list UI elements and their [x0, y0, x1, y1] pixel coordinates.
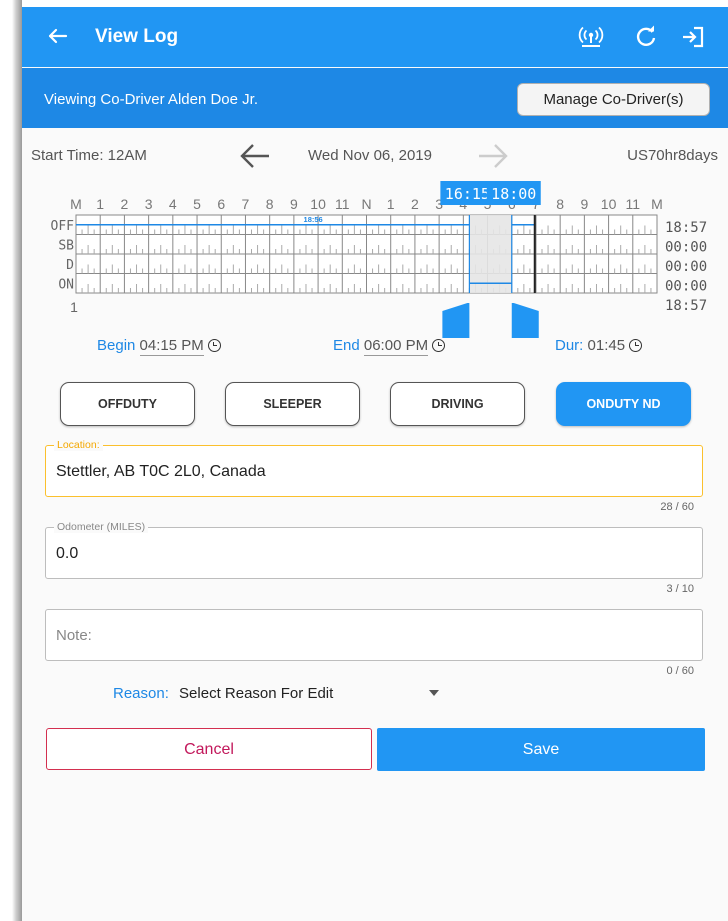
duration[interactable]: Dur: 01:45 — [555, 337, 643, 354]
reason-value: Select Reason For Edit — [179, 685, 334, 702]
marker-time-label: 18:56 — [304, 215, 323, 224]
onduty-not-driving-button[interactable]: ONDUTY ND — [556, 382, 691, 426]
end-time[interactable]: End 06:00 PM — [333, 337, 446, 356]
hour-label: 5 — [193, 196, 201, 212]
odometer-field[interactable]: Odometer (MILES) 0.0 — [45, 521, 703, 579]
cancel-button[interactable]: Cancel — [46, 728, 372, 770]
co-driver-bar: Viewing Co-Driver Alden Doe Jr. Manage C… — [22, 68, 728, 128]
status-label: ON — [58, 277, 74, 292]
driving-button[interactable]: DRIVING — [390, 382, 525, 426]
hour-label: 8 — [266, 196, 274, 212]
begin-label: Begin — [97, 337, 136, 354]
hour-label: 1 — [96, 196, 104, 212]
hour-label: 1 — [387, 196, 395, 212]
hour-label: 10 — [310, 196, 326, 212]
app-window: View Log Viewing Co-Driver Alden Doe Jr.… — [22, 7, 728, 921]
offduty-button[interactable]: OFFDUTY — [60, 382, 195, 426]
note-counter: 0 / 60 — [666, 665, 694, 677]
end-value: 06:00 PM — [363, 337, 429, 356]
hour-label: 9 — [290, 196, 298, 212]
selection-start-chip-text: 16:15 — [445, 185, 490, 203]
wireless-signal-icon[interactable] — [577, 23, 605, 51]
reason-label: Reason: — [113, 685, 169, 702]
manage-co-drivers-button[interactable]: Manage Co-Driver(s) — [517, 83, 710, 116]
location-value: Stettler, AB T0C 2L0, Canada — [56, 463, 266, 480]
duration-value: 01:45 — [587, 337, 626, 354]
duration-label: Dur: — [555, 337, 584, 354]
selection-end-handle[interactable] — [511, 303, 539, 338]
hour-label: 10 — [601, 196, 617, 212]
status-total: 00:00 — [665, 259, 707, 275]
hour-label: 2 — [121, 196, 129, 212]
hour-label: 11 — [335, 196, 350, 212]
clock-icon — [207, 339, 221, 352]
logout-icon[interactable] — [680, 23, 708, 51]
selection-start-handle[interactable] — [442, 303, 470, 338]
location-label: Location: — [54, 439, 103, 451]
status-total: 18:57 — [665, 298, 707, 314]
note-field[interactable]: Note: — [45, 609, 703, 661]
status-total: 00:00 — [665, 278, 707, 294]
dropdown-caret-icon[interactable] — [429, 690, 439, 696]
save-button[interactable]: Save — [377, 728, 705, 771]
next-day-arrow-icon[interactable] — [475, 141, 511, 171]
hour-label: 9 — [580, 196, 588, 212]
status-label: D — [66, 258, 74, 273]
left-edge-shadow — [0, 0, 22, 921]
selection-end-chip-text: 18:00 — [491, 185, 536, 203]
begin-time[interactable]: Begin 04:15 PM — [97, 337, 221, 356]
clock-icon — [629, 339, 643, 352]
status-label: SB — [58, 238, 74, 253]
viewing-co-driver-text: Viewing Co-Driver Alden Doe Jr. — [44, 91, 258, 108]
sleeper-button[interactable]: SLEEPER — [225, 382, 360, 426]
toolbar: View Log — [22, 7, 728, 67]
start-time-label: Start Time: 12AM — [31, 147, 147, 164]
hour-label: N — [361, 196, 371, 212]
reason-select[interactable]: Reason: Select Reason For Edit — [113, 685, 333, 702]
hour-label: 3 — [145, 196, 153, 212]
location-counter: 28 / 60 — [660, 501, 694, 513]
hour-label: M — [70, 196, 82, 212]
edit-selection-band[interactable] — [469, 215, 512, 293]
odometer-label: Odometer (MILES) — [54, 521, 149, 533]
hour-label: 6 — [217, 196, 225, 212]
previous-day-arrow-icon[interactable] — [237, 141, 273, 171]
hour-label: M — [651, 196, 663, 212]
duty-status-graph[interactable]: M1234567891011N1234567891011MOFFSBDON18:… — [22, 179, 728, 339]
back-arrow-icon[interactable] — [42, 21, 72, 51]
cycle-rule: US70hr8days — [627, 147, 718, 164]
clock-icon — [432, 339, 446, 352]
hour-label: 4 — [169, 196, 177, 212]
hour-label: 2 — [411, 196, 419, 212]
location-field[interactable]: Location: Stettler, AB T0C 2L0, Canada — [45, 439, 703, 497]
begin-value: 04:15 PM — [139, 337, 204, 356]
odometer-counter: 3 / 10 — [666, 583, 694, 595]
page-title: View Log — [95, 26, 179, 47]
note-placeholder: Note: — [56, 627, 92, 644]
odometer-value: 0.0 — [56, 545, 79, 562]
status-total: 00:00 — [665, 239, 707, 255]
status-total: 18:57 — [665, 220, 707, 236]
log-date-nav: Start Time: 12AM Wed Nov 06, 2019 US70hr… — [22, 137, 728, 171]
end-label: End — [333, 337, 360, 354]
hour-label: 7 — [242, 196, 250, 212]
hour-label: 11 — [626, 196, 641, 212]
refresh-icon[interactable] — [632, 23, 660, 51]
hour-label: 8 — [556, 196, 564, 212]
status-label: OFF — [51, 219, 75, 234]
day-number: 1 — [70, 299, 78, 315]
log-date: Wed Nov 06, 2019 — [308, 147, 432, 164]
